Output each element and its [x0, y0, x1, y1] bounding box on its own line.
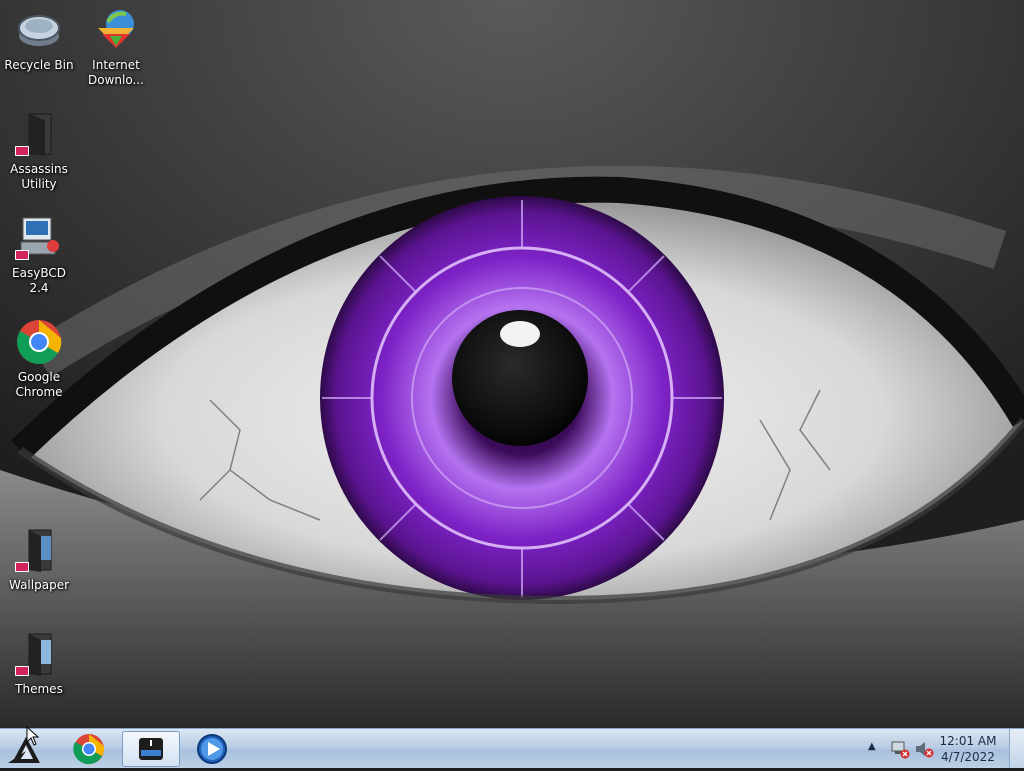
shortcut-arrow-icon	[15, 666, 29, 676]
recycle-bin-icon	[15, 6, 63, 54]
easybcd-icon	[15, 214, 63, 262]
clock-time: 12:01 AM	[939, 734, 997, 748]
desktop-icon-label: Assassins Utility	[10, 162, 68, 191]
desktop-icon-label: Internet Downlo...	[88, 58, 144, 87]
desktop-icon-label: EasyBCD 2.4	[12, 266, 66, 295]
show-hidden-icons-chevron[interactable]: ▲	[868, 741, 876, 752]
mouse-cursor-icon	[26, 726, 40, 746]
network-disconnected-icon[interactable]	[890, 739, 910, 759]
internet-download-manager-icon	[92, 6, 140, 54]
media-player-icon	[197, 734, 227, 764]
shortcut-arrow-icon	[15, 146, 29, 156]
desktop-icon-wallpaper[interactable]: Wallpaper	[1, 526, 77, 593]
desktop-icon-internet-download-manager[interactable]: Internet Downlo...	[78, 6, 154, 88]
volume-muted-icon[interactable]	[914, 739, 934, 759]
system-clock[interactable]: 12:01 AM 4/7/2022	[938, 733, 998, 765]
desktop-icon-assassins-utility[interactable]: Assassins Utility	[1, 110, 77, 192]
taskbar: ▲ 12:01 AM 4/7/2022	[0, 728, 1024, 768]
file-manager-icon	[139, 738, 163, 760]
shortcut-arrow-icon	[15, 562, 29, 572]
desktop-icon-google-chrome[interactable]: Google Chrome	[1, 318, 77, 400]
taskbar-media-player-button[interactable]	[184, 731, 240, 767]
desktop-icon-easybcd[interactable]: EasyBCD 2.4	[1, 214, 77, 296]
folder-icon	[15, 526, 63, 574]
folder-icon	[15, 110, 63, 158]
desktop-icon-themes[interactable]: Themes	[1, 630, 77, 697]
chrome-icon	[15, 318, 63, 366]
taskbar-chrome-button[interactable]	[61, 731, 117, 767]
taskbar-file-manager-button[interactable]	[122, 731, 180, 767]
eye-wallpaper-image	[0, 0, 1024, 728]
folder-icon	[15, 630, 63, 678]
clock-date: 4/7/2022	[941, 750, 995, 764]
desktop-icon-label: Wallpaper	[8, 578, 70, 592]
shortcut-arrow-icon	[15, 250, 29, 260]
chrome-icon	[73, 734, 105, 765]
desktop-icon-label: Google Chrome	[15, 370, 63, 399]
desktop-icon-label: Recycle Bin	[4, 58, 74, 72]
desktop-icon-label: Themes	[15, 682, 63, 696]
desktop-icon-recycle-bin[interactable]: Recycle Bin	[1, 6, 77, 73]
show-desktop-button[interactable]	[1009, 729, 1024, 768]
desktop-wallpaper	[0, 0, 1024, 728]
